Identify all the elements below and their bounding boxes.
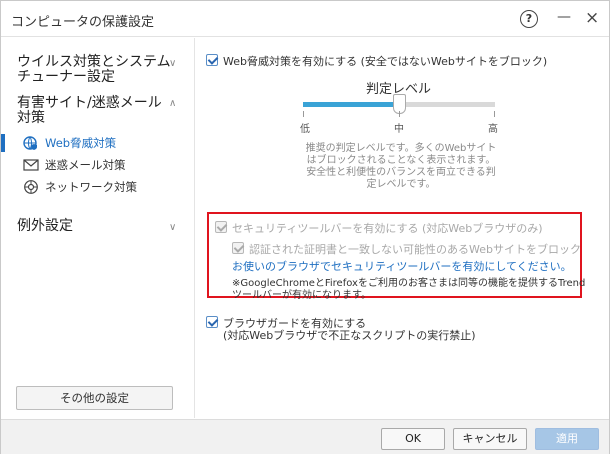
sidebar-group-label: 例外設定 — [17, 218, 73, 234]
sidebar-item-web-threat[interactable]: Web脅威対策 — [23, 134, 116, 152]
envelope-icon — [23, 157, 39, 173]
chrome-firefox-note-line2: ツールバーが有効になります。 — [232, 290, 371, 301]
ok-button[interactable]: OK — [381, 428, 445, 450]
chevron-up-icon[interactable]: ∧ — [169, 98, 176, 109]
toolbar-checkbox — [215, 221, 227, 233]
chevron-down-icon[interactable]: ∨ — [169, 58, 176, 69]
active-indicator — [1, 134, 5, 152]
sidebar-group-virus-system[interactable]: ウイルス対策とシステム チューナー設定 — [17, 55, 171, 85]
globe-shield-icon — [23, 135, 39, 151]
chevron-down-icon[interactable]: ∨ — [169, 222, 176, 233]
web-threat-checkbox[interactable] — [206, 54, 218, 66]
sidebar-item-spam[interactable]: 迷惑メール対策 — [23, 156, 126, 174]
toolbar-checkbox-label: セキュリティツールバーを有効にする (対応Webブラウザのみ) — [232, 222, 543, 235]
help-icon[interactable]: ? — [520, 10, 538, 28]
slider-fill — [303, 102, 399, 107]
level-description-line: 安全性と利便性のバランスを両立できる判 — [306, 167, 496, 178]
slider-tick — [399, 111, 400, 117]
level-description-line: はブロックされることなく表示されます。 — [306, 155, 496, 166]
browser-guard-sublabel: (対応Webブラウザで不正なスクリプトの実行禁止) — [223, 329, 476, 342]
minimize-icon[interactable]: — — [557, 9, 571, 25]
other-settings-button[interactable]: その他の設定 — [16, 386, 173, 410]
level-description-line: 定レベルです。 — [366, 179, 436, 190]
web-threat-checkbox-label: Web脅威対策を有効にする (安全ではないWebサイトをブロック) — [223, 55, 548, 68]
title-bar: コンピュータの保護設定 ? — × — [1, 1, 609, 37]
enable-toolbar-notice[interactable]: お使いのブラウザでセキュリティツールバーを有効にしてください。 — [232, 258, 572, 274]
window-title: コンピュータの保護設定 — [11, 15, 155, 30]
main-panel: Web脅威対策を有効にする (安全ではないWebサイトをブロック) 判定レベル … — [196, 38, 609, 418]
sidebar-item-label: 迷惑メール対策 — [45, 158, 126, 172]
level-description: 推奨の判定レベルです。多くのWebサイト はブロックされることなく表示されます。… — [296, 143, 506, 191]
apply-button: 適用 — [535, 428, 599, 450]
level-description-line: 推奨の判定レベルです。多くのWebサイト — [305, 143, 497, 154]
slider-tick — [303, 111, 304, 117]
sidebar-group-label: 対策 — [17, 110, 45, 126]
sidebar-item-label: Web脅威対策 — [45, 136, 117, 150]
sidebar-group-label: ウイルス対策とシステム — [17, 54, 171, 70]
footer: OK キャンセル 適用 — [1, 419, 609, 454]
browser-guard-checkbox[interactable] — [206, 316, 218, 328]
cancel-button[interactable]: キャンセル — [453, 428, 527, 450]
slider-tick — [494, 111, 495, 117]
settings-window: コンピュータの保護設定 ? — × ウイルス対策とシステム チューナー設定 ∨ … — [0, 0, 610, 454]
sidebar-item-network[interactable]: ネットワーク対策 — [23, 178, 137, 196]
level-label-mid: 中 — [394, 124, 404, 135]
sidebar-group-exceptions[interactable]: 例外設定 — [17, 219, 73, 234]
sidebar-group-label: 有害サイト/迷惑メール — [17, 95, 162, 111]
level-label-high: 高 — [488, 124, 498, 135]
cert-mismatch-checkbox — [232, 242, 244, 254]
sidebar-item-label: ネットワーク対策 — [45, 180, 137, 194]
sidebar: ウイルス対策とシステム チューナー設定 ∨ 有害サイト/迷惑メール 対策 ∧ W… — [1, 38, 195, 418]
close-icon[interactable]: × — [585, 8, 599, 28]
sidebar-group-label: チューナー設定 — [17, 69, 115, 85]
network-globe-icon — [23, 179, 39, 195]
sidebar-group-harmful-sites[interactable]: 有害サイト/迷惑メール 対策 — [17, 96, 162, 126]
cert-mismatch-checkbox-label: 認証された証明書と一致しない可能性のあるWebサイトをブロック — [249, 243, 581, 256]
level-label-low: 低 — [300, 124, 310, 135]
